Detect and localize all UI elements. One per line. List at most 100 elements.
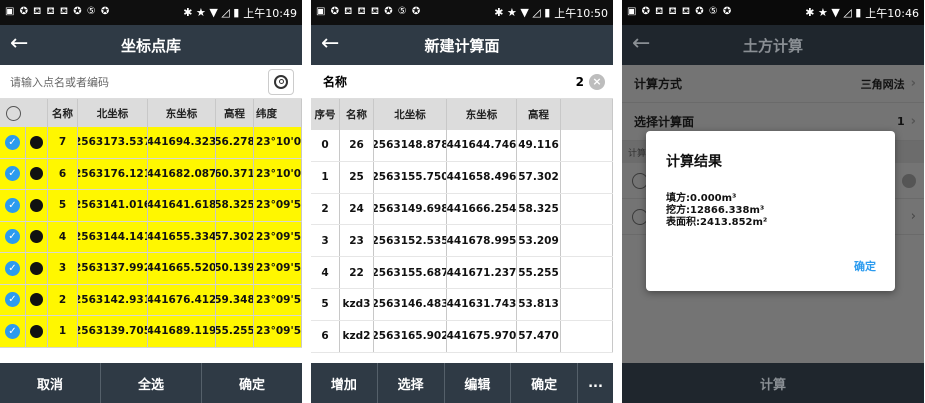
name-label: 名称 <box>323 75 348 89</box>
search-bar: 请输入点名或者编码 <box>0 65 302 99</box>
select-all-checkbox[interactable] <box>0 99 26 127</box>
page-title: 新建计算面 <box>424 36 500 55</box>
cell-east: 441658.496 <box>447 161 517 193</box>
cell-height: 58.325 <box>517 193 561 225</box>
clear-icon[interactable] <box>902 173 916 188</box>
search-button[interactable] <box>268 68 294 95</box>
page-title: 坐标点库 <box>120 36 181 55</box>
table-row[interactable]: ✓ 22563142.931441676.41259.34823°09'59 <box>0 284 302 316</box>
bottom-toolbar: 取消 全选 确定 <box>0 363 302 403</box>
point-dot-icon <box>26 253 48 284</box>
status-bar: ▣ ✪ ⛾ ⛾ ⛾ ✪ ⑤ ✪ ✱ ★ ▼ ◿ ▮ 上午10:50 <box>311 0 613 25</box>
search-input[interactable]: 请输入点名或者编码 <box>10 74 268 90</box>
calc-method-row[interactable]: 计算方式 三角网法 › <box>622 65 924 103</box>
back-arrow-icon[interactable]: ← <box>321 31 339 57</box>
calculate-button[interactable]: 计算 <box>622 363 924 403</box>
status-icons-right: ✱ ★ ▼ ◿ ▮ <box>183 6 240 19</box>
select-all-button[interactable]: 全选 <box>101 363 202 403</box>
cell-seq: 1 <box>311 161 340 193</box>
cell-east: 441694.323 <box>148 127 216 158</box>
point-table: ✓72563173.537441694.32356.27823°10'00✓62… <box>0 127 302 348</box>
point-dot-icon <box>26 284 48 315</box>
status-bar: ▣ ✪ ⛾ ⛾ ⛾ ✪ ⑤ ✪ ✱ ★ ▼ ◿ ▮ 上午10:46 <box>622 0 924 25</box>
surface-area: 表面积:2413.852m² <box>666 217 768 228</box>
point-dot-icon <box>26 221 48 252</box>
cell-seq: 4 <box>311 257 340 288</box>
cell-name: 23 <box>340 225 374 257</box>
cell-east: 441665.520 <box>148 253 216 284</box>
cell-height: 57.470 <box>517 320 561 352</box>
table-row[interactable]: ✓ 32563137.992441665.52050.13923°09'59 <box>0 253 302 285</box>
header-latitude: 纬度 <box>254 99 302 127</box>
confirm-button[interactable]: 确定 <box>511 363 578 403</box>
cell-height: 57.302 <box>216 221 254 252</box>
cell-north: 2563173.537 <box>78 127 148 158</box>
header-height: 高程 <box>216 99 254 127</box>
name-input[interactable]: 2 <box>576 75 584 89</box>
cell-name: kzd2 <box>340 320 374 352</box>
table-row[interactable]: ✓ 12563139.705441689.11955.25523°09'59 <box>0 316 302 348</box>
check-icon: ✓ <box>5 134 20 150</box>
new-surface-screen: ▣ ✪ ⛾ ⛾ ⛾ ✪ ⑤ ✪ ✱ ★ ▼ ◿ ▮ 上午10:50 ← 新建计算… <box>311 0 613 403</box>
edit-button[interactable]: 编辑 <box>445 363 512 403</box>
table-row[interactable]: ✓ 62563176.121441682.08760.37123°10'00 <box>0 158 302 190</box>
table-row[interactable]: 2 24 2563149.698 441666.254 58.325 <box>311 193 613 226</box>
more-button[interactable]: ... <box>578 363 613 403</box>
check-icon: ✓ <box>5 166 20 182</box>
confirm-button[interactable]: 确定 <box>202 363 302 403</box>
table-row[interactable]: 3 23 2563152.535 441678.995 53.209 <box>311 225 613 258</box>
back-arrow-icon[interactable]: ← <box>10 31 28 57</box>
clear-icon[interactable]: × <box>589 73 605 90</box>
point-dot-icon <box>26 190 48 221</box>
table-row[interactable]: 4 22 2563155.687 441671.237 55.255 <box>311 257 613 289</box>
cell-name: 26 <box>340 130 374 161</box>
cell-latitude: 23°09'59 <box>254 253 302 284</box>
table-row[interactable]: ✓ 72563173.537441694.32356.27823°10'00 <box>0 127 302 159</box>
select-button[interactable]: 选择 <box>378 363 445 403</box>
cell-north: 2563155.687 <box>374 257 447 288</box>
cell-east: 441644.746 <box>447 130 517 161</box>
earthwork-screen: ▣ ✪ ⛾ ⛾ ⛾ ✪ ⑤ ✪ ✱ ★ ▼ ◿ ▮ 上午10:46 ← 土方计算… <box>622 0 924 403</box>
cell-east: 441682.087 <box>148 158 216 189</box>
cell-north: 2563155.750 <box>374 161 447 193</box>
table-row[interactable]: 0 26 2563148.878 441644.746 49.116 <box>311 130 613 162</box>
row-checkbox[interactable]: ✓ <box>0 221 26 252</box>
status-icons-right: ✱ ★ ▼ ◿ ▮ <box>805 6 862 19</box>
cell-east: 441655.334 <box>148 221 216 252</box>
table-row[interactable]: ✓ 52563141.016441641.61858.32523°09'59 <box>0 190 302 222</box>
header-name: 名称 <box>340 99 374 130</box>
table-row[interactable]: 6 kzd2 2563165.902 441675.970 57.470 <box>311 320 613 353</box>
add-button[interactable]: 增加 <box>311 363 378 403</box>
header-height: 高程 <box>517 99 561 130</box>
name-field-row: 名称 2 × <box>311 65 613 99</box>
select-surface-value: 1 <box>896 115 905 128</box>
cell-north: 2563165.902 <box>374 320 447 352</box>
row-checkbox[interactable]: ✓ <box>0 284 26 315</box>
point-library-screen: ▣ ✪ ⛾ ⛾ ⛾ ✪ ⑤ ✪ ✱ ★ ▼ ◿ ▮ 上午10:49 ← 坐标点库… <box>0 0 302 403</box>
row-checkbox[interactable]: ✓ <box>0 253 26 284</box>
dialog-title: 计算结果 <box>666 154 722 170</box>
table-row[interactable]: ✓ 42563144.141441655.33457.30223°09'59 <box>0 221 302 253</box>
row-checkbox[interactable]: ✓ <box>0 316 26 347</box>
header-seq: 序号 <box>311 99 340 130</box>
dialog-ok-button[interactable]: 确定 <box>854 258 876 274</box>
title-bar: ← 新建计算面 <box>311 25 613 65</box>
cell-name: 24 <box>340 193 374 225</box>
status-time: 上午10:49 <box>243 6 297 20</box>
table-row[interactable]: 5 kzd3 2563146.483 441631.743 53.813 <box>311 288 613 321</box>
back-arrow-icon[interactable]: ← <box>632 31 650 57</box>
calc-method-value: 三角网法 <box>860 77 905 91</box>
row-checkbox[interactable]: ✓ <box>0 127 26 158</box>
cell-height: 53.813 <box>517 288 561 320</box>
table-row[interactable]: 1 25 2563155.750 441658.496 57.302 <box>311 161 613 194</box>
cell-name: 4 <box>48 221 78 252</box>
row-checkbox[interactable]: ✓ <box>0 158 26 189</box>
cell-north: 2563142.931 <box>78 284 148 315</box>
status-icons-left: ▣ ✪ ⛾ ⛾ ⛾ ✪ ⑤ ✪ <box>316 6 422 17</box>
header-north: 北坐标 <box>78 99 148 127</box>
cancel-button[interactable]: 取消 <box>0 363 101 403</box>
status-time: 上午10:50 <box>554 6 608 20</box>
cell-latitude: 23°10'00 <box>254 127 302 158</box>
cell-latitude: 23°09'59 <box>254 190 302 221</box>
row-checkbox[interactable]: ✓ <box>0 190 26 221</box>
